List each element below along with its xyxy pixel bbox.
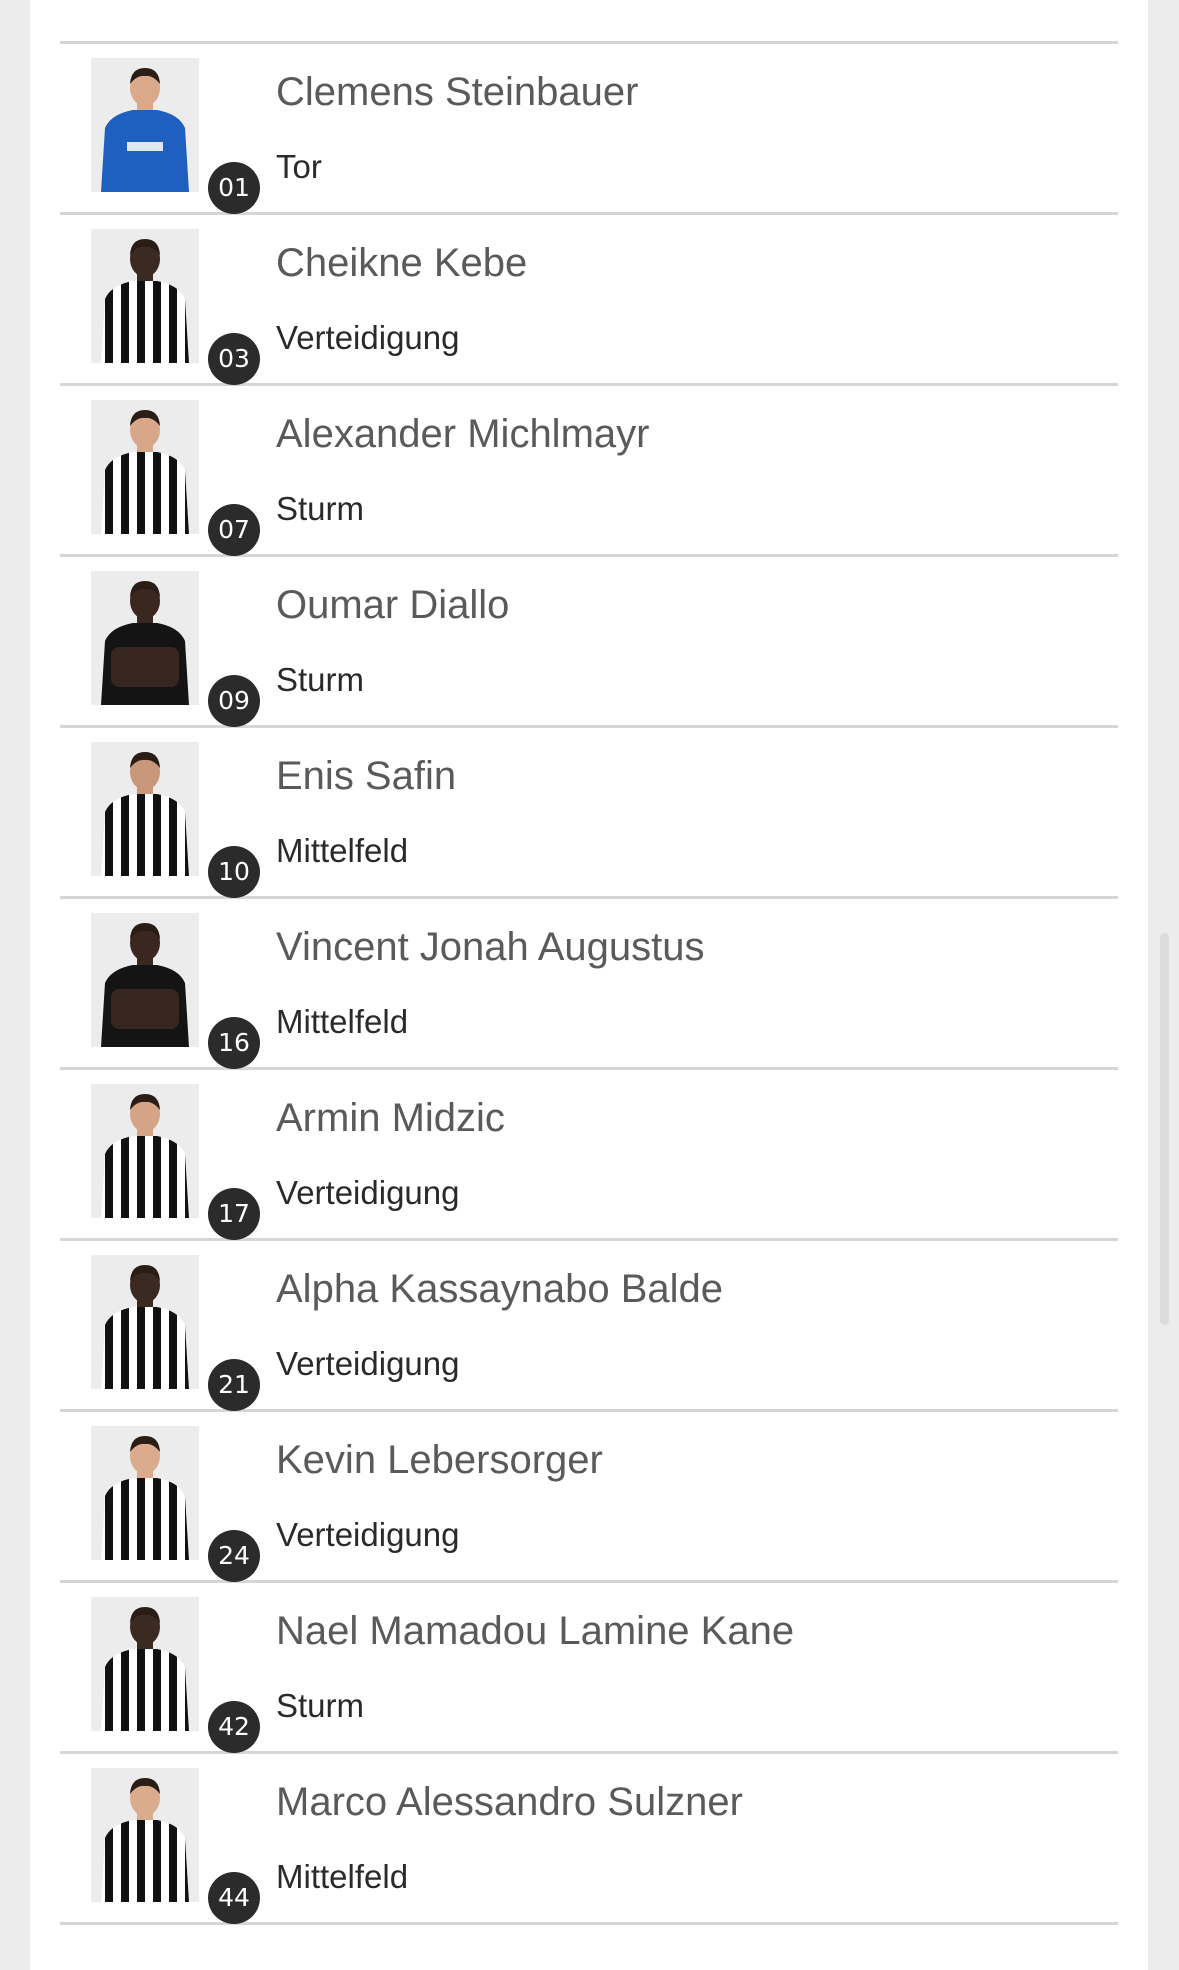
player-position: Tor <box>276 148 322 185</box>
player-position: Verteidigung <box>276 319 460 356</box>
player-name: Oumar Diallo <box>276 583 510 627</box>
player-photo <box>91 1426 199 1560</box>
player-photo-illustration <box>91 1597 199 1731</box>
player-name: Kevin Lebersorger <box>276 1438 603 1482</box>
player-photo <box>91 229 199 363</box>
jersey-number-badge: 16 <box>208 1017 260 1069</box>
player-photo-illustration <box>91 400 199 534</box>
player-position: Verteidigung <box>276 1345 460 1382</box>
squad-card: 01 Clemens Steinbauer Tor 03 Cheikne Keb… <box>30 0 1148 1970</box>
player-photo-illustration <box>91 742 199 876</box>
player-photo <box>91 1768 199 1902</box>
player-row[interactable]: 17 Armin Midzic Verteidigung <box>60 1070 1118 1241</box>
player-photo <box>91 1255 199 1389</box>
jersey-number-badge: 17 <box>208 1188 260 1240</box>
player-photo <box>91 742 199 876</box>
player-row[interactable]: 16 Vincent Jonah Augustus Mittelfeld <box>60 899 1118 1070</box>
player-name: Alpha Kassaynabo Balde <box>276 1267 723 1311</box>
player-row[interactable]: 42 Nael Mamadou Lamine Kane Sturm <box>60 1583 1118 1754</box>
player-row[interactable]: 24 Kevin Lebersorger Verteidigung <box>60 1412 1118 1583</box>
player-photo-illustration <box>91 1084 199 1218</box>
player-photo-illustration <box>91 229 199 363</box>
player-position: Verteidigung <box>276 1174 460 1211</box>
player-photo-illustration <box>91 1768 199 1902</box>
player-name: Clemens Steinbauer <box>276 70 639 114</box>
jersey-number-badge: 21 <box>208 1359 260 1411</box>
player-photo-illustration <box>91 58 199 192</box>
player-position: Mittelfeld <box>276 832 409 869</box>
player-position: Sturm <box>276 661 365 698</box>
player-photo <box>91 913 199 1047</box>
player-photo-illustration <box>91 1426 199 1560</box>
player-photo <box>91 571 199 705</box>
jersey-number-badge: 42 <box>208 1701 260 1753</box>
player-row[interactable]: 03 Cheikne Kebe Verteidigung <box>60 215 1118 386</box>
scrollbar[interactable] <box>1160 933 1169 1325</box>
player-position: Sturm <box>276 490 365 527</box>
player-list: 01 Clemens Steinbauer Tor 03 Cheikne Keb… <box>60 41 1118 1925</box>
player-name: Enis Safin <box>276 754 457 798</box>
player-position: Sturm <box>276 1687 365 1724</box>
player-row[interactable]: 44 Marco Alessandro Sulzner Mittelfeld <box>60 1754 1118 1925</box>
player-name: Alexander Michlmayr <box>276 412 650 456</box>
player-name: Marco Alessandro Sulzner <box>276 1780 743 1824</box>
player-photo-illustration <box>91 571 199 705</box>
player-photo <box>91 58 199 192</box>
player-photo <box>91 1597 199 1731</box>
player-position: Mittelfeld <box>276 1003 409 1040</box>
squad-page: 01 Clemens Steinbauer Tor 03 Cheikne Keb… <box>0 0 1179 1970</box>
jersey-number-badge: 10 <box>208 846 260 898</box>
player-name: Nael Mamadou Lamine Kane <box>276 1609 795 1653</box>
jersey-number-badge: 01 <box>208 162 260 214</box>
player-position: Verteidigung <box>276 1516 460 1553</box>
jersey-number-badge: 07 <box>208 504 260 556</box>
player-row[interactable]: 07 Alexander Michlmayr Sturm <box>60 386 1118 557</box>
player-photo-illustration <box>91 913 199 1047</box>
player-photo <box>91 400 199 534</box>
player-row[interactable]: 01 Clemens Steinbauer Tor <box>60 44 1118 215</box>
player-name: Vincent Jonah Augustus <box>276 925 705 969</box>
player-photo <box>91 1084 199 1218</box>
player-row[interactable]: 10 Enis Safin Mittelfeld <box>60 728 1118 899</box>
player-photo-illustration <box>91 1255 199 1389</box>
player-position: Mittelfeld <box>276 1858 409 1895</box>
jersey-number-badge: 09 <box>208 675 260 727</box>
player-row[interactable]: 09 Oumar Diallo Sturm <box>60 557 1118 728</box>
jersey-number-badge: 03 <box>208 333 260 385</box>
player-row[interactable]: 21 Alpha Kassaynabo Balde Verteidigung <box>60 1241 1118 1412</box>
player-name: Armin Midzic <box>276 1096 505 1140</box>
player-name: Cheikne Kebe <box>276 241 528 285</box>
jersey-number-badge: 24 <box>208 1530 260 1582</box>
jersey-number-badge: 44 <box>208 1872 260 1924</box>
